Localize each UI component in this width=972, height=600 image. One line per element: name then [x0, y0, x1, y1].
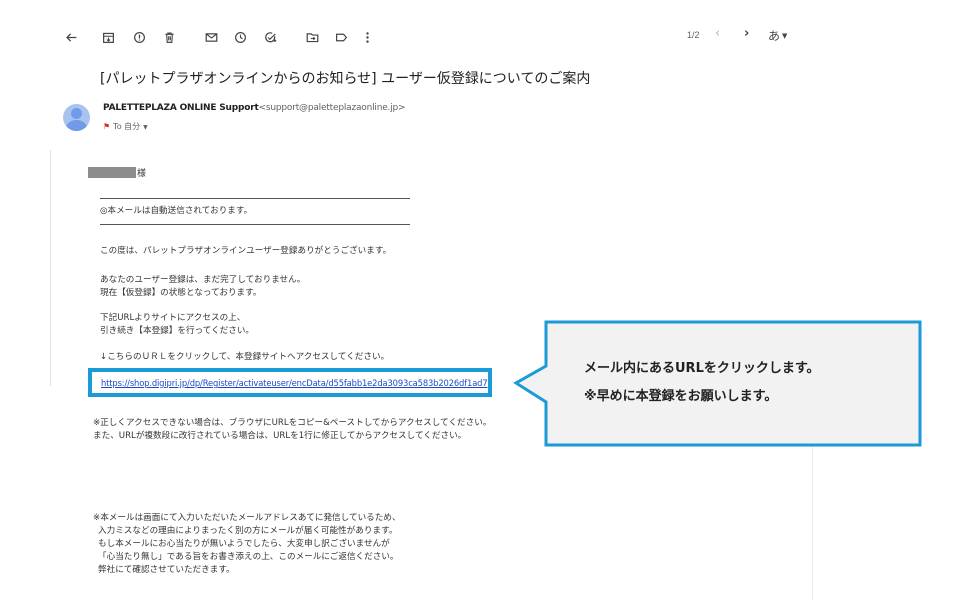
instruction-text-2: 引き続き【本登録】を行ってください。	[100, 326, 255, 336]
sender-name: PALETTEPLAZA ONLINE Support	[103, 103, 259, 113]
avatar-head	[71, 108, 82, 119]
caret-down-icon: ▼	[143, 124, 148, 131]
footer-text-1: ※本メールは画面にて入力いただいたメールアドレスあてに発信しているため、	[93, 513, 401, 523]
registration-link[interactable]: https://shop.digipri.jp/dp/Register/acti…	[101, 378, 488, 388]
sender-info: PALETTEPLAZA ONLINE Support<support@pale…	[103, 103, 406, 113]
folder-move-icon[interactable]	[301, 26, 323, 48]
email-subject: [パレットプラザオンラインからのお知らせ] ユーザー仮登録についてのご案内	[100, 71, 591, 87]
report-spam-icon[interactable]	[128, 26, 150, 48]
pagination-count: 1/2	[687, 30, 700, 40]
clock-icon[interactable]	[229, 26, 251, 48]
avatar-body	[66, 120, 87, 131]
add-task-icon[interactable]	[259, 26, 281, 48]
footer-text-5: 弊社にて確認させていただきます。	[98, 565, 235, 575]
thanks-text: この度は、パレットプラザオンラインユーザー登録ありがとうございます。	[100, 246, 392, 256]
callout-line-2: ※早めに本登録をお願いします。	[584, 389, 778, 404]
importance-flag-icon: ⚑	[103, 122, 111, 131]
email-toolbar: 1/2 ‹ › あ ▼	[60, 26, 800, 50]
note-text-2: また、URLが複数段に改行されている場合は、URLを1行に修正してからアクセスし…	[93, 431, 467, 441]
footer-text-3: もし本メールにお心当たりが無いようでしたら、大変申し訳ございませんが	[98, 539, 390, 549]
avatar[interactable]	[63, 104, 90, 131]
divider-bottom	[100, 224, 410, 225]
salutation-suffix: 様	[137, 169, 147, 179]
divider-top	[100, 198, 410, 199]
recipient-label: To 自分	[113, 122, 141, 131]
input-method-selector[interactable]: あ ▼	[768, 27, 787, 44]
instruction-text-1: 下記URLよりサイトにアクセスの上、	[100, 313, 246, 323]
incomplete-text-2: 現在【仮登録】の状態となっております。	[100, 288, 262, 298]
thread-divider	[50, 150, 51, 386]
auto-notice-text: ◎本メールは自動送信されております。	[100, 206, 253, 216]
mail-icon[interactable]	[200, 26, 222, 48]
trash-icon[interactable]	[158, 26, 180, 48]
footer-text-4: 「心当たり無し」である旨をお書き添えの上、このメールにご返信ください。	[98, 552, 399, 562]
callout-annotation: メール内にあるURLをクリックします。 ※早めに本登録をお願いします。	[512, 320, 924, 448]
callout-bubble	[513, 320, 922, 447]
sender-email: <support@paletteplazaonline.jp>	[258, 103, 406, 113]
footer-text-2: 入力ミスなどの理由によりまったく別の方にメールが届く可能性があります。	[98, 526, 398, 536]
recipient-dropdown[interactable]: ⚑ To 自分 ▼	[103, 121, 148, 132]
more-vert-icon[interactable]	[356, 26, 378, 48]
chevron-left-icon[interactable]: ‹	[715, 26, 720, 41]
click-here-text: ↓こちらのＵＲＬをクリックして、本登録サイトへアクセスしてください。	[100, 352, 390, 362]
input-method-label: あ	[768, 29, 781, 43]
note-text-1: ※正しくアクセスできない場合は、ブラウザにURLをコピー&ペーストしてからアクセ…	[93, 418, 492, 428]
archive-icon[interactable]	[97, 26, 119, 48]
callout-line-1: メール内にあるURLをクリックします。	[584, 361, 820, 376]
chevron-right-icon[interactable]: ›	[744, 26, 749, 41]
redacted-name	[88, 167, 136, 178]
panel-divider	[812, 440, 813, 600]
incomplete-text-1: あなたのユーザー登録は、まだ完了しておりません。	[100, 275, 306, 285]
caret-down-icon: ▼	[782, 32, 788, 40]
arrow-left-icon[interactable]	[60, 26, 82, 48]
label-icon[interactable]	[330, 26, 352, 48]
